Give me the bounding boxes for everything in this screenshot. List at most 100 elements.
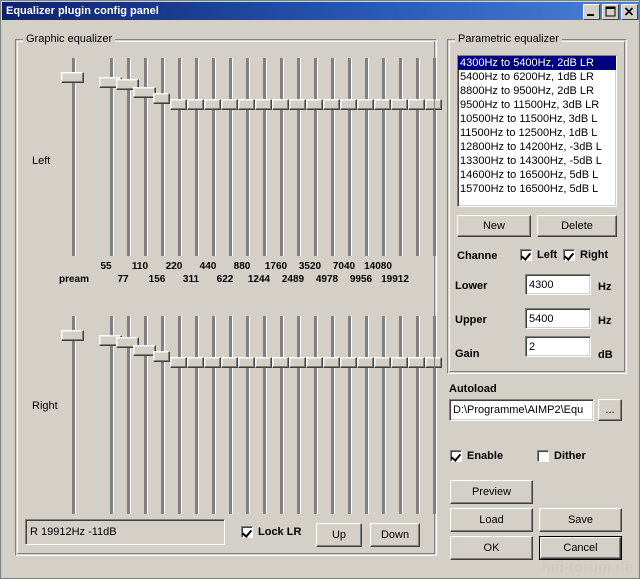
save-button[interactable]: Save	[539, 508, 622, 532]
slider-track[interactable]	[365, 58, 369, 256]
slider-thumb[interactable]	[408, 99, 425, 110]
minimize-icon[interactable]	[583, 4, 600, 20]
slider-thumb[interactable]	[374, 357, 391, 368]
slider-thumb[interactable]	[357, 99, 374, 110]
slider-thumb[interactable]	[306, 99, 323, 110]
slider-track[interactable]	[161, 316, 165, 514]
band-slider[interactable]	[204, 58, 221, 256]
band-slider[interactable]	[272, 316, 289, 514]
slider-thumb[interactable]	[374, 99, 391, 110]
slider-track[interactable]	[399, 58, 403, 256]
band-slider[interactable]	[340, 58, 357, 256]
slider-thumb[interactable]	[153, 93, 170, 104]
band-slider[interactable]	[99, 316, 122, 514]
slider-thumb[interactable]	[238, 99, 255, 110]
band-slider[interactable]	[374, 316, 391, 514]
band-slider[interactable]	[408, 58, 425, 256]
preview-button[interactable]: Preview	[450, 480, 533, 504]
slider-track[interactable]	[212, 316, 216, 514]
band-slider[interactable]	[133, 316, 156, 514]
new-button[interactable]: New	[457, 215, 531, 237]
list-item[interactable]: 12800Hz to 14200Hz, -3dB L	[458, 140, 616, 154]
band-slider[interactable]	[221, 316, 238, 514]
band-slider[interactable]	[323, 316, 340, 514]
gain-input[interactable]: 2	[525, 336, 591, 357]
band-slider[interactable]	[204, 316, 221, 514]
list-item[interactable]: 15700Hz to 16500Hz, 5dB L	[458, 182, 616, 196]
down-button[interactable]: Down	[370, 523, 420, 547]
band-slider[interactable]	[221, 58, 238, 256]
maximize-icon[interactable]	[602, 4, 619, 20]
list-item[interactable]: 8800Hz to 9500Hz, 2dB LR	[458, 84, 616, 98]
slider-track[interactable]	[263, 58, 267, 256]
slider-track[interactable]	[416, 58, 420, 256]
slider-track[interactable]	[72, 316, 76, 514]
slider-track[interactable]	[348, 316, 352, 514]
band-slider[interactable]	[357, 58, 374, 256]
band-slider[interactable]	[289, 316, 306, 514]
peq-left-checkbox-box[interactable]	[520, 249, 532, 261]
band-slider[interactable]	[425, 58, 442, 256]
slider-thumb[interactable]	[255, 357, 272, 368]
slider-thumb[interactable]	[61, 72, 84, 83]
slider-track[interactable]	[348, 58, 352, 256]
slider-thumb[interactable]	[306, 357, 323, 368]
slider-track[interactable]	[280, 316, 284, 514]
slider-thumb[interactable]	[221, 99, 238, 110]
slider-track[interactable]	[229, 316, 233, 514]
enable-checkbox[interactable]: Enable	[450, 450, 503, 462]
slider-thumb[interactable]	[323, 99, 340, 110]
close-icon[interactable]	[621, 4, 638, 20]
slider-track[interactable]	[178, 58, 182, 256]
slider-track[interactable]	[399, 316, 403, 514]
band-slider[interactable]	[323, 58, 340, 256]
slider-thumb[interactable]	[187, 99, 204, 110]
list-item[interactable]: 9500Hz to 11500Hz, 3dB LR	[458, 98, 616, 112]
enable-checkbox-box[interactable]	[450, 450, 462, 462]
peq-right-checkbox[interactable]: Right	[563, 249, 608, 261]
list-item[interactable]: 14600Hz to 16500Hz, 5dB L	[458, 168, 616, 182]
band-slider[interactable]	[306, 316, 323, 514]
cancel-button[interactable]: Cancel	[539, 536, 622, 560]
slider-thumb[interactable]	[408, 357, 425, 368]
load-button[interactable]: Load	[450, 508, 533, 532]
slider-track[interactable]	[297, 58, 301, 256]
peq-right-checkbox-box[interactable]	[563, 249, 575, 261]
lock-lr-checkbox-box[interactable]	[241, 526, 253, 538]
slider-thumb[interactable]	[425, 357, 442, 368]
band-slider[interactable]	[238, 316, 255, 514]
band-slider[interactable]	[153, 316, 170, 514]
preamp-slider[interactable]	[61, 316, 84, 514]
slider-track[interactable]	[212, 58, 216, 256]
dither-checkbox-box[interactable]	[537, 450, 549, 462]
slider-track[interactable]	[314, 316, 318, 514]
lock-lr-checkbox[interactable]: Lock LR	[241, 526, 301, 538]
band-slider[interactable]	[357, 316, 374, 514]
slider-thumb[interactable]	[289, 99, 306, 110]
band-slider[interactable]	[116, 316, 139, 514]
band-slider[interactable]	[374, 58, 391, 256]
slider-track[interactable]	[195, 316, 199, 514]
band-slider[interactable]	[238, 58, 255, 256]
band-slider[interactable]	[340, 316, 357, 514]
band-slider[interactable]	[391, 58, 408, 256]
list-item[interactable]: 11500Hz to 12500Hz, 1dB L	[458, 126, 616, 140]
slider-track[interactable]	[365, 316, 369, 514]
slider-thumb[interactable]	[204, 99, 221, 110]
peq-left-checkbox[interactable]: Left	[520, 249, 557, 261]
slider-track[interactable]	[246, 316, 250, 514]
slider-thumb[interactable]	[391, 357, 408, 368]
list-item[interactable]: 10500Hz to 11500Hz, 3dB L	[458, 112, 616, 126]
slider-track[interactable]	[382, 316, 386, 514]
slider-track[interactable]	[416, 316, 420, 514]
slider-thumb[interactable]	[170, 99, 187, 110]
slider-thumb[interactable]	[204, 357, 221, 368]
slider-track[interactable]	[229, 58, 233, 256]
band-slider[interactable]	[255, 316, 272, 514]
slider-thumb[interactable]	[289, 357, 306, 368]
band-slider[interactable]	[153, 58, 170, 256]
list-item[interactable]: 13300Hz to 14300Hz, -5dB L	[458, 154, 616, 168]
band-slider[interactable]	[272, 58, 289, 256]
ok-button[interactable]: OK	[450, 536, 533, 560]
slider-track[interactable]	[72, 58, 76, 256]
